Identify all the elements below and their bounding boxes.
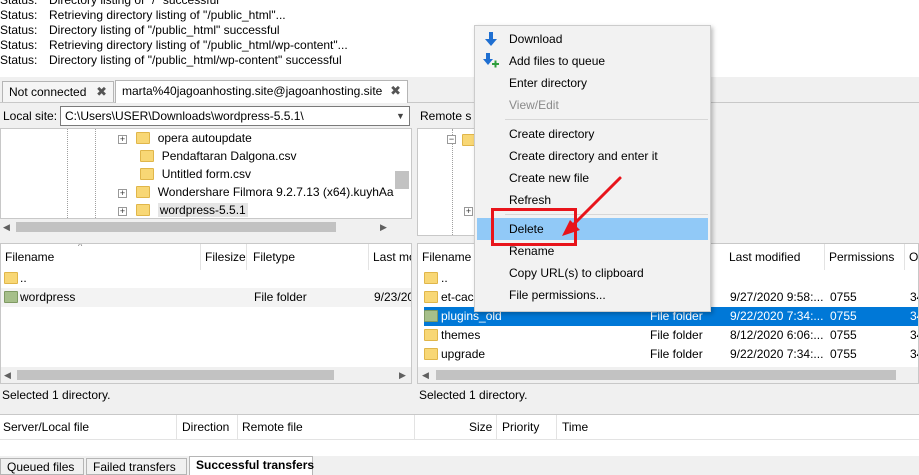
queue-column-size[interactable]: Size xyxy=(469,420,492,434)
tab-queued-files[interactable]: Queued files xyxy=(0,458,84,475)
local-directory-tree: + opera autoupdate Pendaftaran Dalgona.c… xyxy=(0,128,412,219)
vertical-scrollbar-thumb[interactable] xyxy=(395,171,409,189)
queue-column-server-local-file[interactable]: Server/Local file xyxy=(3,420,89,434)
chevron-down-icon[interactable]: ▼ xyxy=(392,106,409,126)
expand-icon[interactable]: + xyxy=(118,207,127,216)
queue-column-priority[interactable]: Priority xyxy=(502,420,539,434)
tree-item[interactable]: Untitled form.csv xyxy=(118,165,251,183)
folder-icon xyxy=(136,204,151,216)
close-tab-icon[interactable]: ✖ xyxy=(96,82,107,102)
queue-header xyxy=(0,415,919,440)
scrollbar-thumb[interactable] xyxy=(16,222,336,232)
tree-item[interactable]: Pendaftaran Dalgona.csv xyxy=(118,147,296,165)
tree-item[interactable]: + opera autoupdate xyxy=(118,129,252,147)
list-item[interactable]: .. xyxy=(1,269,411,288)
column-header-filename[interactable]: Filename xyxy=(1,244,201,270)
queue-column-time[interactable]: Time xyxy=(562,420,588,434)
folder-icon xyxy=(4,272,18,284)
expand-icon[interactable]: + xyxy=(464,207,473,216)
list-item[interactable]: upgrade File folder 9/22/2020 7:34:... 0… xyxy=(418,345,918,364)
menu-item-enter-directory[interactable]: Enter directory xyxy=(477,72,708,94)
local-tree-hscrollbar[interactable]: ◀ ▶ xyxy=(0,219,412,236)
local-path-input[interactable]: C:\Users\USER\Downloads\wordpress-5.5.1\ xyxy=(60,106,410,126)
folder-icon xyxy=(424,310,438,322)
folder-icon xyxy=(424,329,438,341)
message-log: Status: Directory listing of "/" successf… xyxy=(0,0,919,77)
remote-site-label: Remote s xyxy=(420,109,472,123)
context-menu: Download Add files to queue Enter direct… xyxy=(474,25,711,312)
remote-list-hscrollbar[interactable]: ◀ xyxy=(418,367,918,383)
sort-indicator-icon: ^ xyxy=(78,243,83,251)
tree-item-selected[interactable]: + wordpress-5.5.1 xyxy=(118,201,248,218)
local-file-list: Filename ^ Filesize Filetype Last mo .. … xyxy=(0,243,412,384)
queue-tab-bar: Queued files Failed transfers Successful… xyxy=(0,456,919,475)
column-header-permissions[interactable]: Permissions xyxy=(825,244,905,270)
scroll-left-icon[interactable]: ◀ xyxy=(3,222,10,233)
folder-icon xyxy=(4,291,18,303)
expand-icon[interactable]: + xyxy=(118,189,127,198)
list-item[interactable]: wordpress File folder 9/23/20 xyxy=(1,288,411,307)
folder-icon xyxy=(136,186,151,198)
menu-item-create-directory[interactable]: Create directory xyxy=(477,123,708,145)
menu-item-file-permissions[interactable]: File permissions... xyxy=(477,284,708,306)
tab-successful-transfers[interactable]: Successful transfers xyxy=(189,456,314,475)
local-site-label: Local site: xyxy=(3,109,58,123)
download-arrow-icon xyxy=(485,32,497,46)
folder-icon xyxy=(140,168,155,180)
menu-item-view-edit: View/Edit xyxy=(509,98,559,112)
list-item[interactable]: themes File folder 8/12/2020 6:06:... 07… xyxy=(418,326,918,345)
menu-item-download[interactable]: Download xyxy=(477,28,708,50)
menu-item-copy-url[interactable]: Copy URL(s) to clipboard xyxy=(477,262,708,284)
tree-guide xyxy=(95,129,96,218)
menu-item-create-directory-and-enter[interactable]: Create directory and enter it xyxy=(477,145,708,167)
tree-guide xyxy=(452,129,453,235)
scrollbar-thumb[interactable] xyxy=(17,370,334,380)
scroll-right-icon[interactable]: ▶ xyxy=(399,370,406,381)
local-status-text: Selected 1 directory. xyxy=(0,385,412,405)
queue-column-remote-file[interactable]: Remote file xyxy=(242,420,303,434)
scroll-left-icon[interactable]: ◀ xyxy=(422,370,429,381)
folder-icon xyxy=(136,132,151,144)
tab-server-connection[interactable]: marta%40jagoanhosting.site@jagoanhosting… xyxy=(115,80,408,103)
add-to-queue-icon xyxy=(483,53,499,68)
scroll-left-icon[interactable]: ◀ xyxy=(4,370,11,381)
folder-icon xyxy=(140,150,155,162)
folder-icon xyxy=(424,348,438,360)
column-header-last-modified[interactable]: Last mo xyxy=(369,244,411,270)
menu-separator xyxy=(505,119,708,120)
folder-icon xyxy=(424,291,438,303)
local-list-hscrollbar[interactable]: ◀ ▶ xyxy=(1,367,411,383)
expand-icon[interactable]: + xyxy=(118,135,127,144)
remote-site-bar: Remote s xyxy=(417,104,477,128)
scrollbar-thumb[interactable] xyxy=(436,370,896,380)
folder-icon xyxy=(424,272,438,284)
local-site-bar: Local site: C:\Users\USER\Downloads\word… xyxy=(0,104,414,128)
column-header-owner[interactable]: Ow xyxy=(905,244,918,270)
scroll-right-icon[interactable]: ▶ xyxy=(380,222,387,233)
menu-item-add-files-to-queue[interactable]: Add files to queue xyxy=(477,50,708,72)
column-header-last-modified[interactable]: Last modified xyxy=(725,244,825,270)
tree-guide xyxy=(67,129,68,218)
transfer-queue: Server/Local file Direction Remote file … xyxy=(0,414,919,456)
column-header-filetype[interactable]: Filetype xyxy=(249,244,369,270)
expand-icon[interactable]: − xyxy=(447,135,456,144)
tree-item[interactable]: + Wondershare Filmora 9.2.7.13 (x64).kuy… xyxy=(118,183,394,201)
tab-failed-transfers[interactable]: Failed transfers xyxy=(86,458,187,475)
column-header-filename[interactable]: Filename xyxy=(418,244,478,270)
close-tab-icon[interactable]: ✖ xyxy=(390,81,401,101)
annotation-arrow-icon xyxy=(562,176,622,236)
connection-tab-bar: Not connected ✖ marta%40jagoanhosting.si… xyxy=(0,79,919,103)
column-header-filesize[interactable]: Filesize xyxy=(201,244,247,270)
tab-not-connected[interactable]: Not connected ✖ xyxy=(2,81,114,102)
queue-column-direction[interactable]: Direction xyxy=(182,420,229,434)
remote-status-text: Selected 1 directory. xyxy=(417,385,919,405)
